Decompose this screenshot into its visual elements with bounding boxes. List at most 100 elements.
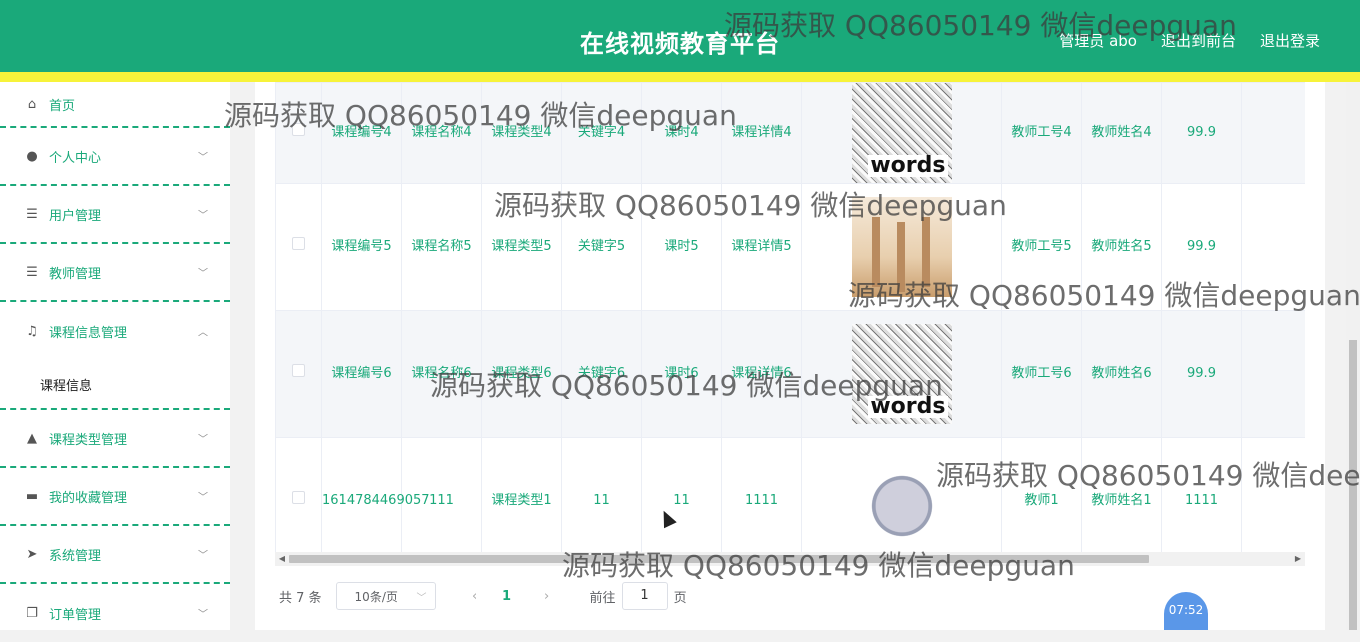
table-cell-teacher_name: 教师姓名5: [1081, 183, 1162, 311]
vertical-scrollbar-thumb[interactable]: [1349, 340, 1357, 630]
back-to-front-link[interactable]: 退出到前台: [1161, 30, 1236, 51]
goto-label: 前往: [589, 590, 616, 606]
sidebar: ⌂ 首页 ● 个人中心 ﹀ ☰ 用户管理 ﹀ ☰ 教师管理 ﹀ ♫ 课程信息管理…: [0, 82, 230, 630]
row-select-cell: [275, 183, 322, 311]
page-size-select[interactable]: 10条/页 ﹀: [335, 582, 436, 610]
table-cell-keyword: 关键字5: [561, 183, 642, 311]
clock-badge: 07:52: [1164, 592, 1208, 630]
top-header: 在线视频教育平台 管理员 abo 退出到前台 退出登录: [0, 0, 1360, 82]
chevron-down-icon: ﹀: [198, 152, 208, 164]
course-thumbnail[interactable]: [851, 83, 952, 183]
scroll-right-icon[interactable]: ▶: [1291, 552, 1305, 566]
table-cell-code: 课程编号5: [321, 183, 402, 311]
row-checkbox[interactable]: [292, 364, 305, 377]
list-icon: ☰: [26, 206, 38, 222]
table-cell-name: 课程名称4: [401, 82, 482, 184]
sidebar-item-system[interactable]: ➤ 系统管理 ﹀: [0, 526, 230, 584]
table-cell-image: [801, 183, 1002, 311]
row-checkbox[interactable]: [292, 237, 305, 250]
chevron-down-icon: ﹀: [416, 592, 427, 604]
sidebar-item-label: 教师管理: [49, 266, 102, 282]
logout-link[interactable]: 退出登录: [1260, 30, 1320, 51]
table-cell-hours: 课时6: [641, 310, 722, 438]
table-cell-teacher_name: 教师姓名6: [1081, 310, 1162, 438]
table-cell-code: 课程编号4: [321, 82, 402, 184]
table-row[interactable]: 课程编号4课程名称4课程类型4关键字4课时4课程详情4 教师工号4教师姓名499.…: [275, 82, 1305, 184]
table-cell-detail: 1111: [721, 437, 802, 565]
list-icon: ☰: [26, 264, 38, 280]
table-cell-teacher_name: 教师姓名4: [1081, 82, 1162, 184]
sidebar-item-favorites[interactable]: ▬ 我的收藏管理 ﹀: [0, 468, 230, 526]
sidebar-item-label: 系统管理: [49, 548, 102, 564]
table-cell-code: 1614784469057: [321, 437, 430, 565]
sidebar-item-home[interactable]: ⌂ 首页: [0, 82, 230, 128]
chevron-up-icon: ︿: [198, 327, 208, 339]
prev-page-icon[interactable]: ‹: [462, 589, 488, 604]
table-cell-keyword: 关键字6: [561, 310, 642, 438]
current-page[interactable]: 1: [494, 589, 520, 604]
horizontal-scrollbar[interactable]: ◀ ▶: [275, 552, 1305, 566]
pagination: 共 7 条 10条/页 ﹀ ‹ 1 › 前往 1 页: [279, 582, 687, 610]
table-cell-teacher_name: 教师姓名1: [1081, 437, 1162, 565]
main-content: 课程编号4课程名称4课程类型4关键字4课时4课程详情4教师工号4教师姓名499.…: [255, 82, 1325, 630]
table-cell-type: 课程类型1: [481, 437, 562, 565]
vertical-scrollbar[interactable]: [1346, 82, 1360, 630]
chevron-down-icon: ﹀: [198, 550, 208, 562]
sidebar-item-course-info[interactable]: ♫ 课程信息管理 ︿: [0, 302, 230, 360]
sidebar-item-orders[interactable]: ❐ 订单管理 ﹀: [0, 584, 230, 642]
table-cell-price: 99.9: [1161, 82, 1242, 184]
monitor-icon: ▬: [25, 488, 39, 504]
user-icon: ●: [26, 148, 38, 164]
sidebar-item-course-type[interactable]: ▲ 课程类型管理 ﹀: [0, 410, 230, 468]
total-count: 共 7 条: [279, 590, 322, 606]
table-cell-actions: [1241, 183, 1305, 311]
row-select-cell: [275, 310, 322, 438]
copy-icon: ❐: [26, 605, 38, 621]
row-checkbox[interactable]: [292, 123, 305, 136]
course-thumbnail[interactable]: [851, 324, 952, 424]
sidebar-item-label: 课程类型管理: [49, 432, 128, 448]
table-row[interactable]: 课程编号5 课程名称5 课程类型5 关键字5 课时5 课程详情5 教师工号5 教师姓名5 99.…: [275, 183, 1305, 311]
table-cell-name: 课程名称5: [401, 183, 482, 311]
table-cell-hours: 课时5: [641, 183, 722, 311]
course-thumbnail[interactable]: [851, 197, 952, 297]
submenu-course-info[interactable]: 课程信息: [0, 360, 230, 410]
goto-page-input[interactable]: 1: [621, 582, 668, 610]
table-cell-type: 课程类型5: [481, 183, 562, 311]
table-cell-type: 课程类型6: [481, 310, 562, 438]
table-cell-image: [801, 437, 1002, 565]
table-cell-code: 课程编号6: [321, 310, 402, 438]
course-thumbnail[interactable]: [851, 451, 952, 551]
table-row[interactable]: 课程编号6课程名称6课程类型6关键字6课时6课程详情6 教师工号6教师姓名699.…: [275, 310, 1305, 438]
table-cell-keyword: 11: [561, 437, 642, 565]
chevron-down-icon: ﹀: [198, 434, 208, 446]
table-cell-detail: 课程详情4: [721, 82, 802, 184]
sidebar-item-label: 课程信息管理: [49, 325, 128, 341]
admin-name[interactable]: 管理员 abo: [1059, 30, 1137, 51]
chevron-down-icon: ﹀: [198, 210, 208, 222]
scrollbar-thumb[interactable]: [289, 555, 1149, 563]
table-cell-teacher_no: 教师1: [1001, 437, 1082, 565]
table-cell-name: 课程名称6: [401, 310, 482, 438]
home-icon: ⌂: [27, 96, 37, 112]
row-checkbox[interactable]: [292, 491, 305, 504]
scroll-left-icon[interactable]: ◀: [275, 552, 289, 566]
sidebar-item-profile[interactable]: ● 个人中心 ﹀: [0, 128, 230, 186]
table-cell-price: 99.9: [1161, 310, 1242, 438]
table-cell-teacher_no: 教师工号6: [1001, 310, 1082, 438]
sidebar-item-teachers[interactable]: ☰ 教师管理 ﹀: [0, 244, 230, 302]
table-cell-image: [801, 82, 1002, 184]
send-icon: ➤: [26, 546, 38, 562]
table-cell-type: 课程类型4: [481, 82, 562, 184]
next-page-icon[interactable]: ›: [534, 589, 560, 604]
page-size-value: 10条/页: [354, 589, 398, 604]
table-cell-hours: 11: [641, 437, 722, 565]
sidebar-item-users[interactable]: ☰ 用户管理 ﹀: [0, 186, 230, 244]
table-cell-hours: 课时4: [641, 82, 722, 184]
table-row[interactable]: 1614784469057 111 课程类型1 11 11 1111 教师1 教师姓名1 111…: [275, 437, 1305, 565]
row-select-cell: [275, 82, 322, 184]
table-cell-detail: 课程详情6: [721, 310, 802, 438]
sidebar-item-label: 首页: [49, 98, 76, 114]
course-table-wrapper: 课程编号4课程名称4课程类型4关键字4课时4课程详情4教师工号4教师姓名499.…: [275, 82, 1305, 568]
sidebar-item-label: 用户管理: [49, 208, 102, 224]
